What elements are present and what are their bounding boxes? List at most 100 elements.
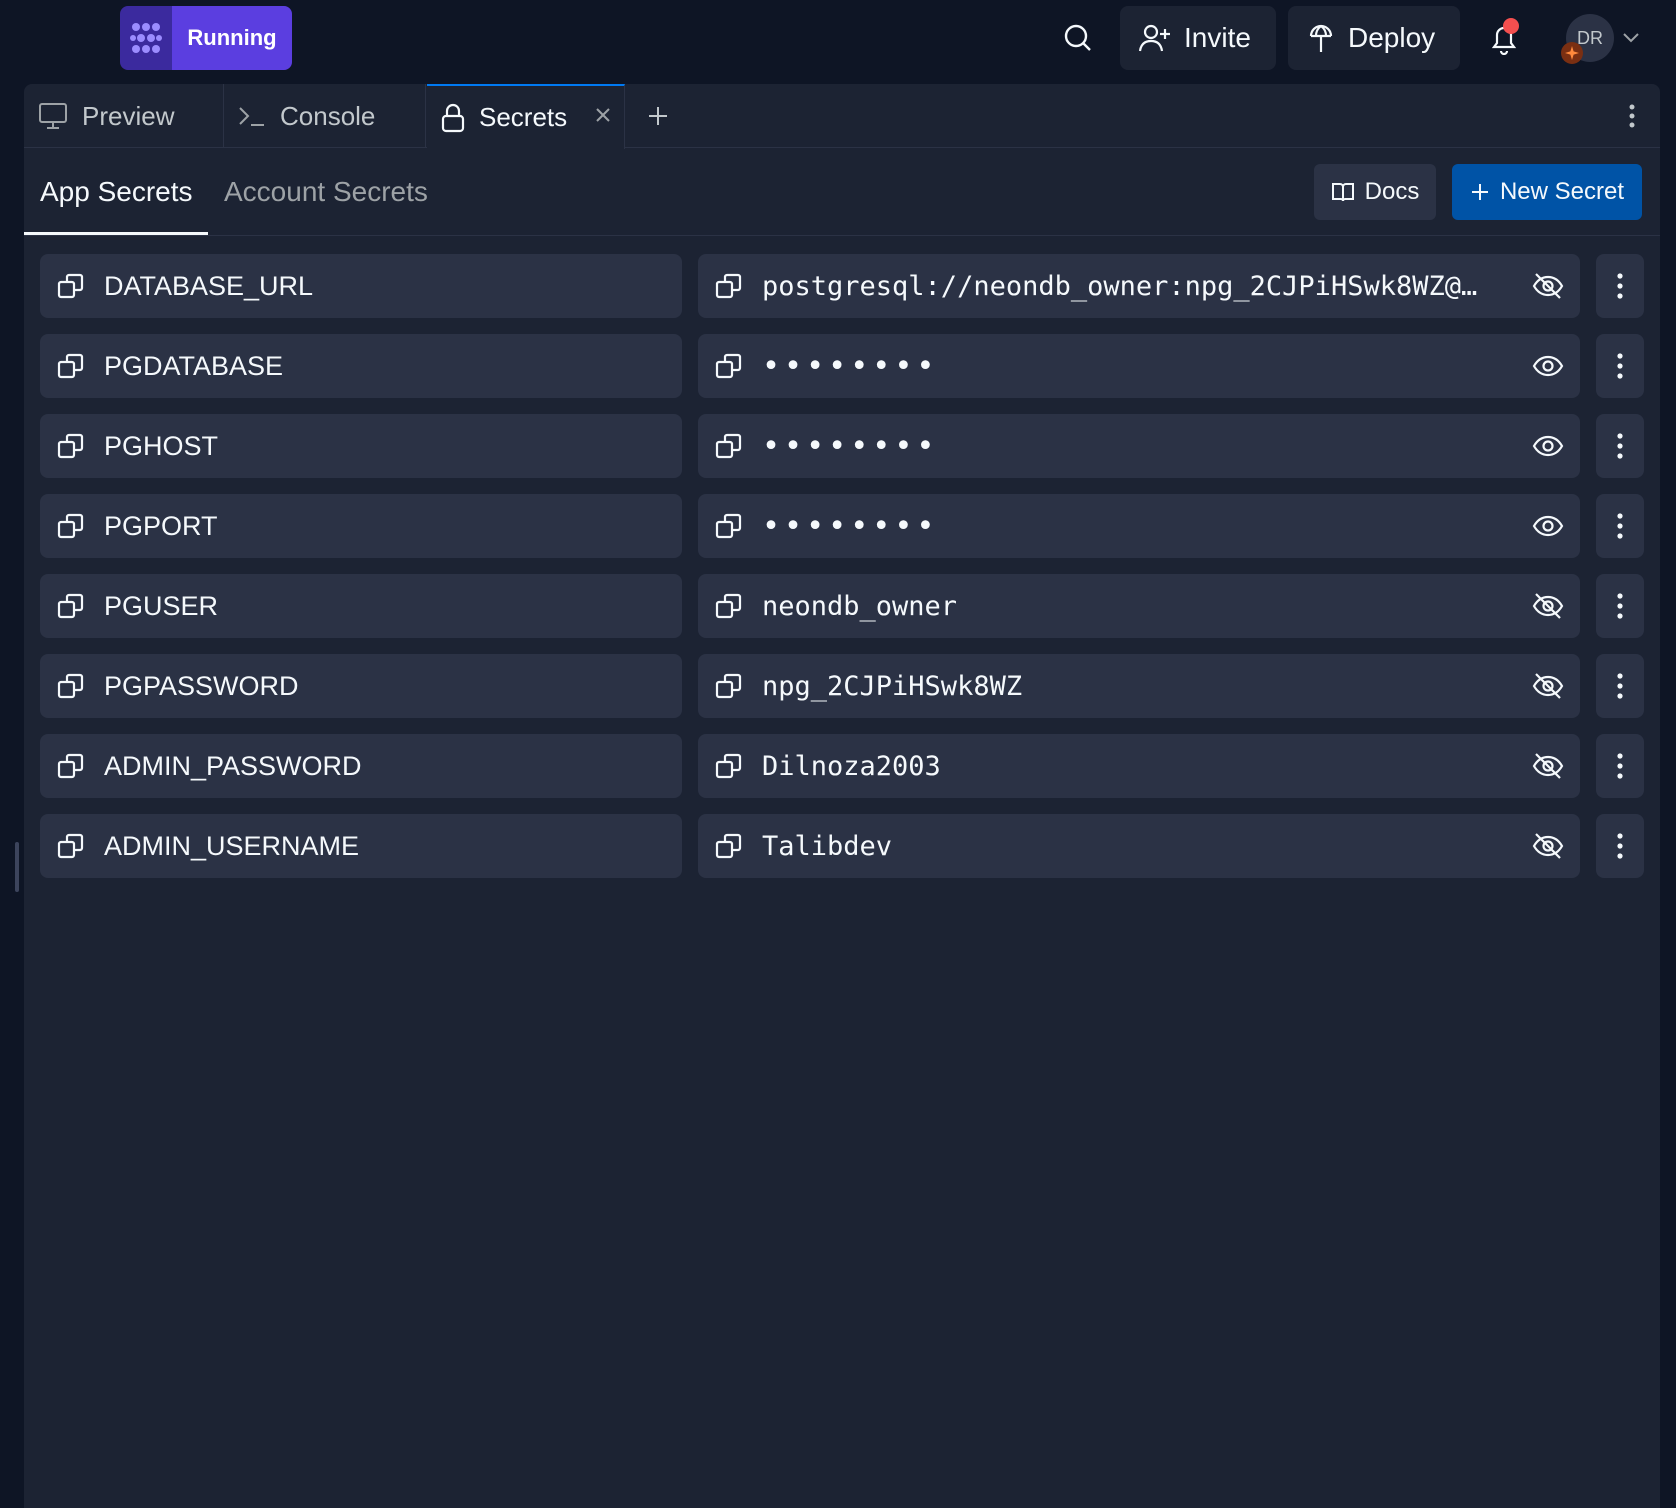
more-vertical-icon — [1617, 753, 1623, 779]
eye-off-icon[interactable] — [1530, 748, 1566, 784]
eye-off-icon[interactable] — [1530, 668, 1566, 704]
copy-icon[interactable] — [714, 671, 744, 701]
secret-key-field[interactable]: ADMIN_USERNAME — [40, 814, 682, 878]
secret-key-field[interactable]: PGUSER — [40, 574, 682, 638]
tab-label: Secrets — [479, 102, 568, 132]
secret-menu-button[interactable] — [1596, 254, 1644, 318]
secret-menu-button[interactable] — [1596, 494, 1644, 558]
add-user-icon — [1138, 23, 1172, 53]
new-secret-button[interactable]: New Secret — [1452, 164, 1642, 220]
secret-menu-button[interactable] — [1596, 334, 1644, 398]
secret-key-text: PGHOST — [104, 430, 219, 461]
resize-handle[interactable] — [15, 842, 19, 892]
secret-key-field[interactable]: PGPASSWORD — [40, 654, 682, 718]
lock-icon — [441, 103, 465, 133]
invite-button[interactable]: Invite — [1120, 6, 1276, 70]
secret-value-field[interactable]: •••••••• — [698, 334, 1580, 398]
secrets-pane: Preview Console Secrets App Secrets Acco… — [24, 84, 1660, 1508]
secret-menu-button[interactable] — [1596, 414, 1644, 478]
secret-key-text: ADMIN_USERNAME — [104, 830, 360, 861]
secret-key-text: DATABASE_URL — [104, 270, 314, 301]
close-icon[interactable] — [594, 106, 612, 124]
secret-menu-button[interactable] — [1596, 734, 1644, 798]
copy-icon[interactable] — [714, 351, 744, 381]
eye-off-icon[interactable] — [1530, 828, 1566, 864]
secret-row: ADMIN_PASSWORD Dilnoza2003 — [40, 734, 1644, 798]
deploy-label: Deploy — [1348, 22, 1436, 53]
copy-icon[interactable] — [714, 591, 744, 621]
add-tab-icon[interactable] — [644, 102, 672, 130]
tab-console[interactable]: Console — [224, 84, 426, 148]
secret-key-field[interactable]: DATABASE_URL — [40, 254, 682, 318]
secret-value-field[interactable]: Dilnoza2003 — [698, 734, 1580, 798]
secret-key-field[interactable]: ADMIN_PASSWORD — [40, 734, 682, 798]
terminal-icon — [238, 104, 266, 128]
secret-value-field[interactable]: •••••••• — [698, 494, 1580, 558]
run-button[interactable]: Running — [172, 6, 292, 70]
deploy-button[interactable]: Deploy — [1288, 6, 1460, 70]
eye-off-icon[interactable] — [1530, 588, 1566, 624]
more-vertical-icon — [1617, 833, 1623, 859]
docs-label: Docs — [1364, 178, 1420, 205]
secret-row: PGDATABASE •••••••• — [40, 334, 1644, 398]
eye-icon[interactable] — [1530, 348, 1566, 384]
deploy-icon — [1306, 22, 1336, 54]
secret-menu-button[interactable] — [1596, 814, 1644, 878]
secret-key-field[interactable]: PGPORT — [40, 494, 682, 558]
more-vertical-icon[interactable] — [1620, 102, 1644, 130]
copy-icon[interactable] — [714, 831, 744, 861]
copy-icon[interactable] — [56, 431, 86, 461]
eye-icon[interactable] — [1530, 428, 1566, 464]
more-vertical-icon — [1617, 513, 1623, 539]
more-vertical-icon — [1617, 433, 1623, 459]
tab-secrets[interactable]: Secrets — [427, 84, 625, 149]
tab-app-secrets[interactable]: App Secrets — [40, 148, 193, 236]
eye-off-icon[interactable] — [1530, 268, 1566, 304]
tab-account-secrets[interactable]: Account Secrets — [224, 148, 428, 236]
monitor-icon — [38, 102, 68, 130]
copy-icon[interactable] — [714, 431, 744, 461]
secret-key-text: PGDATABASE — [104, 350, 284, 381]
secret-value-field[interactable]: •••••••• — [698, 414, 1580, 478]
copy-icon[interactable] — [56, 831, 86, 861]
docs-button[interactable]: Docs — [1314, 164, 1436, 220]
search-icon[interactable] — [1058, 18, 1098, 58]
secret-row: PGUSER neondb_owner — [40, 574, 1644, 638]
secret-row: PGPASSWORD npg_2CJPiHSwk8WZ — [40, 654, 1644, 718]
tab-bar: Preview Console Secrets — [24, 84, 1660, 149]
more-vertical-icon — [1617, 273, 1623, 299]
secret-value-field[interactable]: postgresql://neondb_owner:npg_2CJPiHSwk8… — [698, 254, 1580, 318]
secret-value-field[interactable]: neondb_owner — [698, 574, 1580, 638]
notification-dot — [1503, 18, 1519, 34]
secret-value-text: Talibdev — [762, 830, 893, 862]
copy-icon[interactable] — [56, 511, 86, 541]
copy-icon[interactable] — [714, 511, 744, 541]
secret-row: ADMIN_USERNAME Talibdev — [40, 814, 1644, 878]
secret-key-field[interactable]: PGHOST — [40, 414, 682, 478]
active-tab-underline — [24, 232, 208, 235]
invite-label: Invite — [1184, 22, 1251, 53]
copy-icon[interactable] — [56, 271, 86, 301]
book-icon — [1331, 181, 1355, 203]
copy-icon[interactable] — [56, 591, 86, 621]
secret-row: PGHOST •••••••• — [40, 414, 1644, 478]
copy-icon[interactable] — [56, 351, 86, 381]
secret-row: PGPORT •••••••• — [40, 494, 1644, 558]
copy-icon[interactable] — [714, 271, 744, 301]
secret-value-text: neondb_owner — [762, 590, 958, 622]
secret-row: DATABASE_URL postgresql://neondb_owner:np… — [40, 254, 1644, 318]
secret-key-field[interactable]: PGDATABASE — [40, 334, 682, 398]
secret-key-text: PGPORT — [104, 510, 218, 541]
secret-menu-button[interactable] — [1596, 574, 1644, 638]
copy-icon[interactable] — [56, 671, 86, 701]
copy-icon[interactable] — [56, 751, 86, 781]
secret-menu-button[interactable] — [1596, 654, 1644, 718]
copy-icon[interactable] — [714, 751, 744, 781]
secret-value-field[interactable]: npg_2CJPiHSwk8WZ — [698, 654, 1580, 718]
tab-preview[interactable]: Preview — [24, 84, 224, 148]
secret-value-field[interactable]: Talibdev — [698, 814, 1580, 878]
secret-key-text: ADMIN_PASSWORD — [104, 750, 362, 781]
chevron-down-icon[interactable] — [1620, 26, 1642, 48]
replit-logo-icon[interactable] — [120, 6, 172, 70]
eye-icon[interactable] — [1530, 508, 1566, 544]
